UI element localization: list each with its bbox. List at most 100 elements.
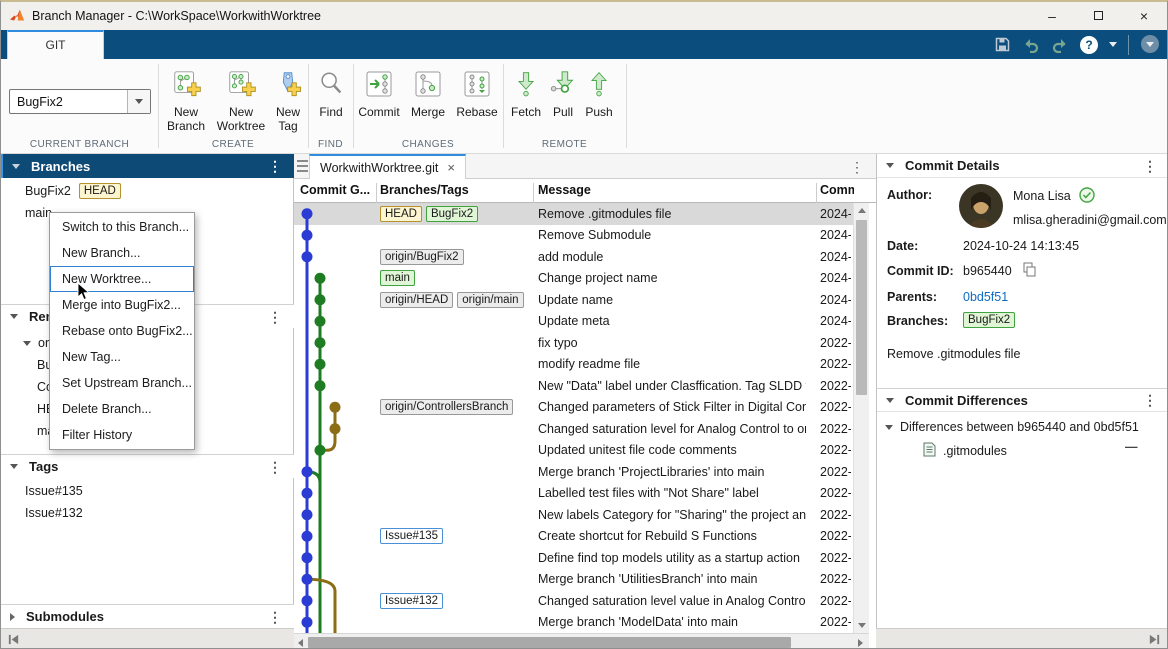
section-label-changes: CHANGES (353, 139, 503, 150)
maximize-button[interactable] (1075, 2, 1121, 29)
table-row[interactable]: origin/HEADorigin/mainUpdate name2024-0 (294, 289, 853, 311)
document-tab[interactable]: WorkwithWorktree.git × (309, 154, 466, 179)
list-item[interactable]: BugFix2HEAD (1, 180, 292, 202)
scroll-left-icon[interactable] (298, 639, 303, 647)
merge-button[interactable]: Merge (407, 66, 449, 119)
panel-menu-icon[interactable]: ⋮ (268, 460, 282, 474)
undo-button[interactable] (1022, 37, 1040, 53)
commit-message-cell: Changed saturation level value in Analog… (538, 594, 806, 608)
collapse-icon[interactable] (886, 398, 894, 403)
collapse-icon[interactable] (886, 163, 894, 168)
commit-details-header[interactable]: Commit Details ⋮ (877, 154, 1168, 178)
commit-differences-header[interactable]: Commit Differences ⋮ (877, 388, 1168, 412)
redo-button[interactable] (1051, 37, 1069, 53)
expand-icon[interactable] (10, 613, 15, 621)
list-item[interactable]: Issue#132 (1, 502, 292, 524)
table-row[interactable]: fix typo2022-1 (294, 332, 853, 354)
find-button[interactable]: Find (311, 66, 351, 119)
tab-git[interactable]: GIT (7, 30, 104, 59)
table-row[interactable]: mainChange project name2024-0 (294, 268, 853, 290)
diff-file-row[interactable]: .gitmodules (923, 442, 1007, 460)
panel-menu-icon[interactable]: ⋮ (1143, 159, 1157, 173)
collapse-icon[interactable] (10, 464, 18, 469)
table-row[interactable]: Issue#132Changed saturation level value … (294, 590, 853, 612)
close-button[interactable]: × (1121, 2, 1167, 29)
document-bar-menu-icon[interactable]: ⋮ (850, 160, 864, 174)
current-branch-select[interactable]: BugFix2 (9, 89, 151, 114)
table-row[interactable]: Define find top models utility as a star… (294, 547, 853, 569)
collapse-icon[interactable] (885, 425, 893, 430)
context-menu-item[interactable]: Set Upstream Branch... (50, 370, 194, 396)
table-row[interactable]: origin/ControllersBranchChanged paramete… (294, 397, 853, 419)
new-worktree-button[interactable]: New Worktree (213, 66, 269, 133)
table-row[interactable]: HEADBugFix2Remove .gitmodules file2024-1 (294, 203, 853, 225)
context-menu-item[interactable]: New Tag... (50, 344, 194, 370)
collapse-left-panel-button[interactable] (7, 633, 20, 649)
table-row[interactable]: New "Data" label under Clasffication. Ta… (294, 375, 853, 397)
vertical-scroll-thumb[interactable] (856, 220, 867, 395)
table-row[interactable]: Labelled test files with "Not Share" lab… (294, 483, 853, 505)
panel-menu-icon[interactable]: ⋮ (268, 310, 282, 324)
horizontal-scrollbar[interactable] (294, 633, 869, 649)
column-header-date[interactable]: Commit (820, 183, 854, 197)
column-header-graph[interactable]: Commit G... (300, 183, 372, 197)
table-row[interactable]: Updated unitest file code comments2022-1 (294, 440, 853, 462)
collapse-icon[interactable] (10, 314, 18, 319)
scroll-right-icon[interactable] (858, 639, 863, 647)
pull-button[interactable]: Pull (547, 66, 579, 119)
table-row[interactable]: Merge branch 'ProjectLibraries' into mai… (294, 461, 853, 483)
commit-button[interactable]: Commit (356, 66, 402, 119)
table-row[interactable]: Merge branch 'UtilitiesBranch' into main… (294, 569, 853, 591)
context-menu-item[interactable]: Merge into BugFix2... (50, 292, 194, 318)
save-button[interactable] (994, 36, 1011, 53)
context-menu-item[interactable]: Rebase onto BugFix2... (50, 318, 194, 344)
collapse-icon[interactable] (23, 341, 31, 346)
push-button[interactable]: Push (581, 66, 617, 119)
scroll-down-icon[interactable] (858, 623, 866, 628)
column-header-message[interactable]: Message (538, 183, 591, 197)
context-menu-item[interactable]: New Worktree... (50, 266, 194, 292)
panel-menu-icon[interactable]: ⋮ (1143, 393, 1157, 407)
help-dropdown-icon[interactable] (1109, 42, 1117, 47)
panel-title: Branches (31, 159, 90, 174)
table-row[interactable]: Issue#135Create shortcut for Rebuild S F… (294, 526, 853, 548)
panel-menu-icon[interactable]: ⋮ (268, 159, 282, 173)
table-row[interactable]: Merge branch 'ModelData' into main2022-1 (294, 612, 853, 634)
commit-date-cell: 2022-1 (820, 465, 851, 479)
context-menu-item[interactable]: New Branch... (50, 240, 194, 266)
submodules-panel-header[interactable]: Submodules ⋮ (1, 604, 294, 628)
new-branch-button[interactable]: New Branch (162, 66, 210, 133)
vertical-scrollbar[interactable] (853, 203, 869, 633)
table-row[interactable]: Remove Submodule2024-1 (294, 225, 853, 247)
fetch-button[interactable]: Fetch (507, 66, 545, 119)
table-row[interactable]: New labels Category for "Sharing" the pr… (294, 504, 853, 526)
rebase-button[interactable]: Rebase (454, 66, 500, 119)
list-item[interactable]: Issue#135 (1, 480, 292, 502)
differences-tree-root[interactable]: Differences between b965440 and 0bd5f51 (885, 420, 1139, 434)
collapse-right-panel-button[interactable] (1148, 633, 1161, 649)
table-row[interactable]: modify readme file2022-1 (294, 354, 853, 376)
diff-file-name: .gitmodules (943, 444, 1007, 458)
context-menu-item[interactable]: Filter History (50, 422, 194, 448)
new-tag-button[interactable]: New Tag (271, 66, 305, 133)
parent-commit-link[interactable]: 0bd5f51 (963, 290, 1008, 304)
branches-panel-header[interactable]: Branches ⋮ (1, 154, 294, 178)
document-bar-icon[interactable] (297, 160, 308, 172)
context-menu-item[interactable]: Switch to this Branch... (50, 214, 194, 240)
collapse-toolstrip-button[interactable] (1141, 35, 1159, 53)
close-tab-icon[interactable]: × (447, 160, 455, 175)
copy-icon[interactable] (1022, 262, 1036, 280)
collapse-icon[interactable] (12, 164, 20, 169)
context-menu-item[interactable]: Delete Branch... (50, 396, 194, 422)
horizontal-scroll-thumb[interactable] (308, 637, 791, 648)
help-button[interactable]: ? (1080, 36, 1098, 54)
chevron-down-icon[interactable] (127, 90, 150, 113)
table-row[interactable]: origin/BugFix2add module2024-0 (294, 246, 853, 268)
table-row[interactable]: Update meta2024-0 (294, 311, 853, 333)
tags-panel-header[interactable]: Tags ⋮ (1, 454, 294, 478)
panel-menu-icon[interactable]: ⋮ (268, 610, 282, 624)
minimize-button[interactable]: – (1029, 2, 1075, 29)
column-header-branches[interactable]: Branches/Tags (380, 183, 469, 197)
table-row[interactable]: Changed saturation level for Analog Cont… (294, 418, 853, 440)
scroll-up-icon[interactable] (858, 208, 866, 213)
